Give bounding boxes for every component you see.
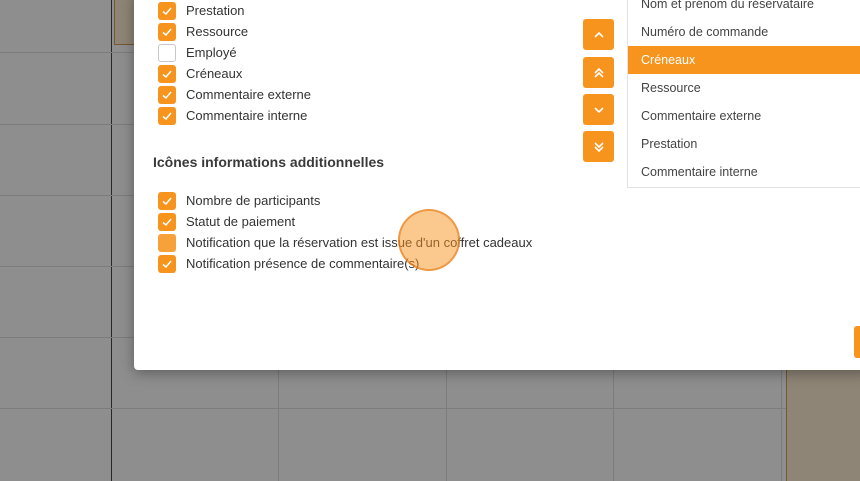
check-icon bbox=[162, 91, 172, 99]
order-list-item[interactable]: Ressource bbox=[628, 74, 860, 102]
order-list-item[interactable]: Nom et prénom du réservataire bbox=[628, 0, 860, 18]
checkbox-label: Statut de paiement bbox=[186, 214, 296, 229]
additional-icons-list: Nombre de participants Statut de paiement… bbox=[158, 190, 532, 274]
checkbox[interactable] bbox=[158, 106, 176, 125]
checkbox[interactable] bbox=[158, 191, 176, 210]
order-list-item[interactable]: Créneaux bbox=[628, 46, 860, 74]
checkbox[interactable] bbox=[158, 254, 176, 273]
click-indicator bbox=[398, 209, 460, 271]
check-icon bbox=[162, 260, 172, 268]
order-list-item[interactable]: Commentaire interne bbox=[628, 158, 860, 186]
move-up-button[interactable] bbox=[583, 19, 614, 50]
checkbox-label: Prestation bbox=[186, 3, 245, 18]
checkbox-row[interactable]: Commentaire externe bbox=[158, 84, 311, 105]
display-settings-modal: Prestation Ressource Employé Créneaux Commen… bbox=[134, 0, 860, 370]
checkbox-label: Commentaire interne bbox=[186, 108, 308, 123]
checkbox[interactable] bbox=[158, 233, 176, 252]
move-bottom-icon bbox=[593, 141, 604, 152]
checkbox-row[interactable]: Prestation bbox=[158, 0, 311, 21]
checkbox-label: Créneaux bbox=[186, 66, 243, 81]
save-button[interactable] bbox=[854, 326, 860, 358]
checkbox-label: Nombre de participants bbox=[186, 193, 321, 208]
checkbox[interactable] bbox=[158, 1, 176, 20]
check-icon bbox=[162, 218, 172, 226]
checkbox-row[interactable]: Statut de paiement bbox=[158, 211, 532, 232]
section-title: Icônes informations additionnelles bbox=[153, 154, 385, 170]
checkbox-row[interactable]: Employé bbox=[158, 42, 311, 63]
checkbox[interactable] bbox=[158, 22, 176, 41]
move-top-icon bbox=[593, 67, 604, 78]
checkbox-row[interactable]: Nombre de participants bbox=[158, 190, 532, 211]
check-icon bbox=[162, 70, 172, 78]
display-fields-list: Prestation Ressource Employé Créneaux Commen… bbox=[158, 0, 311, 126]
checkbox[interactable] bbox=[158, 85, 176, 104]
move-up-icon bbox=[593, 31, 604, 38]
move-down-icon bbox=[593, 106, 604, 113]
check-icon bbox=[162, 197, 172, 205]
checkbox-label: Employé bbox=[186, 45, 237, 60]
checkbox-row[interactable]: Notification présence de commentaire(s) bbox=[158, 253, 532, 274]
checkbox-row[interactable]: Notification que la réservation est issu… bbox=[158, 232, 532, 253]
checkbox-label: Notification présence de commentaire(s) bbox=[186, 256, 420, 271]
checkbox-label: Commentaire externe bbox=[186, 87, 311, 102]
checkbox-row[interactable]: Créneaux bbox=[158, 63, 311, 84]
checkbox[interactable] bbox=[158, 43, 176, 62]
order-list-item[interactable]: Numéro de commande bbox=[628, 18, 860, 46]
move-bottom-button[interactable] bbox=[583, 131, 614, 162]
field-order-list: Nom et prénom du réservataire Numéro de c… bbox=[627, 0, 860, 188]
order-list-item[interactable]: Prestation bbox=[628, 130, 860, 158]
move-top-button[interactable] bbox=[583, 57, 614, 88]
checkbox-label: Ressource bbox=[186, 24, 249, 39]
move-down-button[interactable] bbox=[583, 94, 614, 125]
checkbox[interactable] bbox=[158, 212, 176, 231]
checkbox-row[interactable]: Commentaire interne bbox=[158, 105, 311, 126]
checkbox-row[interactable]: Ressource bbox=[158, 21, 311, 42]
order-list-item[interactable]: Commentaire externe bbox=[628, 102, 860, 130]
checkbox-label: Notification que la réservation est issu… bbox=[186, 235, 533, 250]
check-icon bbox=[162, 112, 172, 120]
checkbox[interactable] bbox=[158, 64, 176, 83]
check-icon bbox=[162, 28, 172, 36]
check-icon bbox=[162, 7, 172, 15]
